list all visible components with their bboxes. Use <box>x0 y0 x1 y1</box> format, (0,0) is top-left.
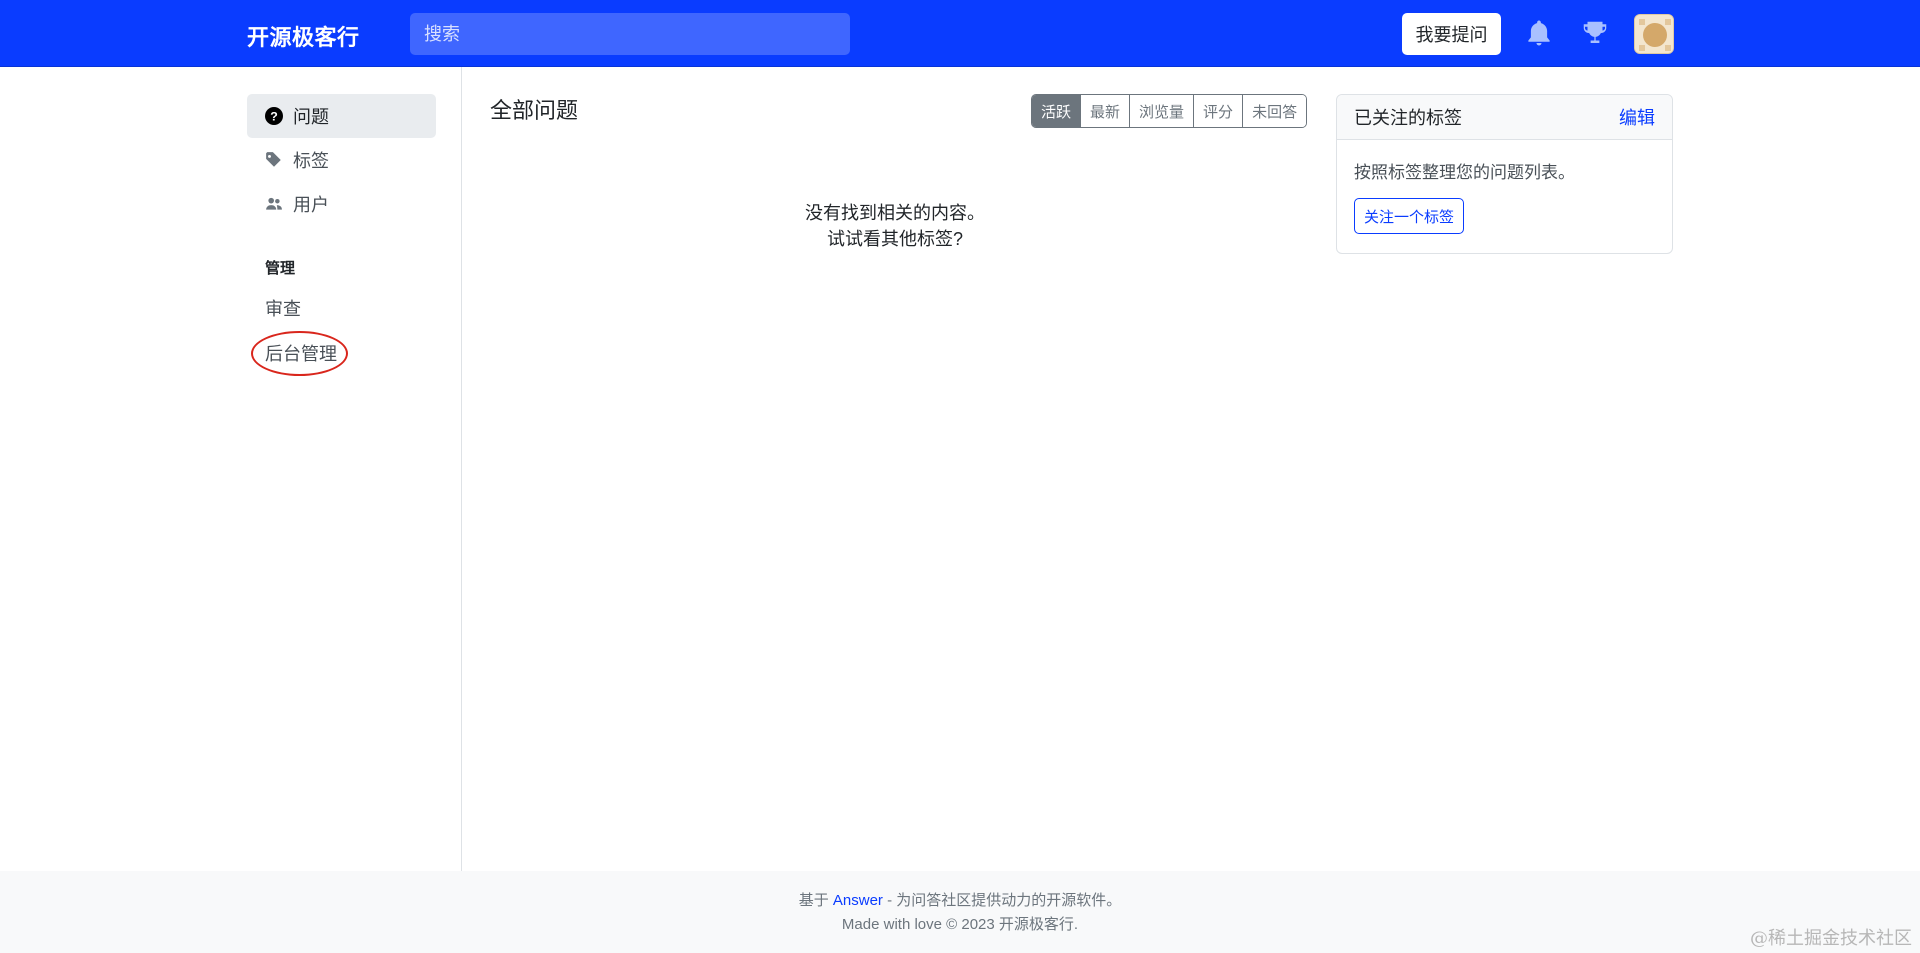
empty-hint: 试试看其他标签? <box>826 229 963 249</box>
watermark: @稀土掘金技术社区 <box>1750 928 1912 949</box>
question-circle-icon: ? <box>265 107 283 125</box>
edit-tags-link[interactable]: 编辑 <box>1619 104 1655 130</box>
sort-tab-unanswered[interactable]: 未回答 <box>1242 95 1307 127</box>
sidebar-item-review[interactable]: 审查 <box>265 295 301 321</box>
page-title: 全部问题 <box>490 98 579 123</box>
answer-link[interactable]: Answer <box>833 892 883 909</box>
users-icon <box>266 197 282 210</box>
brand-logo[interactable]: 开源极客行 <box>247 20 360 52</box>
sidebar-item-label: 问题 <box>293 107 329 127</box>
search-input[interactable] <box>410 13 850 55</box>
card-header: 已关注的标签 编辑 <box>1337 95 1672 140</box>
highlight-circle-annotation <box>251 331 348 376</box>
card-title: 已关注的标签 <box>1354 108 1462 128</box>
sidebar-item-users[interactable]: 用户 <box>247 182 436 226</box>
footer-copyright: Made with love © 2023 开源极客行. <box>841 916 1079 933</box>
footer-prefix: 基于 <box>798 892 833 909</box>
footer: 基于 Answer - 为问答社区提供动力的开源软件。 Made with lo… <box>0 871 1920 953</box>
sort-tab-active[interactable]: 活跃 <box>1032 95 1081 127</box>
top-navbar: 开源极客行 我要提问 <box>0 0 1920 67</box>
trophy-icon[interactable] <box>1580 18 1610 48</box>
sidebar-item-label: 标签 <box>293 151 329 171</box>
sort-tab-score[interactable]: 评分 <box>1193 95 1243 127</box>
sidebar-item-questions[interactable]: ? 问题 <box>247 94 436 138</box>
empty-state: 没有找到相关的内容。 试试看其他标签? <box>700 200 1090 252</box>
follow-tag-button[interactable]: 关注一个标签 <box>1354 198 1465 234</box>
footer-suffix: - 为问答社区提供动力的开源软件。 <box>882 892 1122 909</box>
card-body: 按照标签整理您的问题列表。 关注一个标签 <box>1337 140 1672 252</box>
sort-tab-newest[interactable]: 最新 <box>1080 95 1130 127</box>
sort-tab-views[interactable]: 浏览量 <box>1129 95 1194 127</box>
card-description: 按照标签整理您的问题列表。 <box>1354 163 1575 182</box>
followed-tags-card: 已关注的标签 编辑 按照标签整理您的问题列表。 关注一个标签 <box>1336 94 1673 254</box>
empty-message: 没有找到相关的内容。 <box>805 203 985 223</box>
user-avatar[interactable] <box>1634 14 1674 54</box>
bell-icon[interactable] <box>1524 18 1554 48</box>
sidebar-section-admin: 管理 <box>265 260 296 277</box>
tag-icon <box>266 152 281 167</box>
ask-question-button[interactable]: 我要提问 <box>1402 13 1501 55</box>
sidebar-item-tags[interactable]: 标签 <box>247 138 436 182</box>
svg-text:?: ? <box>270 110 278 124</box>
sidebar-item-label: 用户 <box>293 195 329 215</box>
footer-powered-by: 基于 Answer - 为问答社区提供动力的开源软件。 <box>0 889 1920 910</box>
sort-tabs: 活跃 最新 浏览量 评分 未回答 <box>1031 94 1308 128</box>
